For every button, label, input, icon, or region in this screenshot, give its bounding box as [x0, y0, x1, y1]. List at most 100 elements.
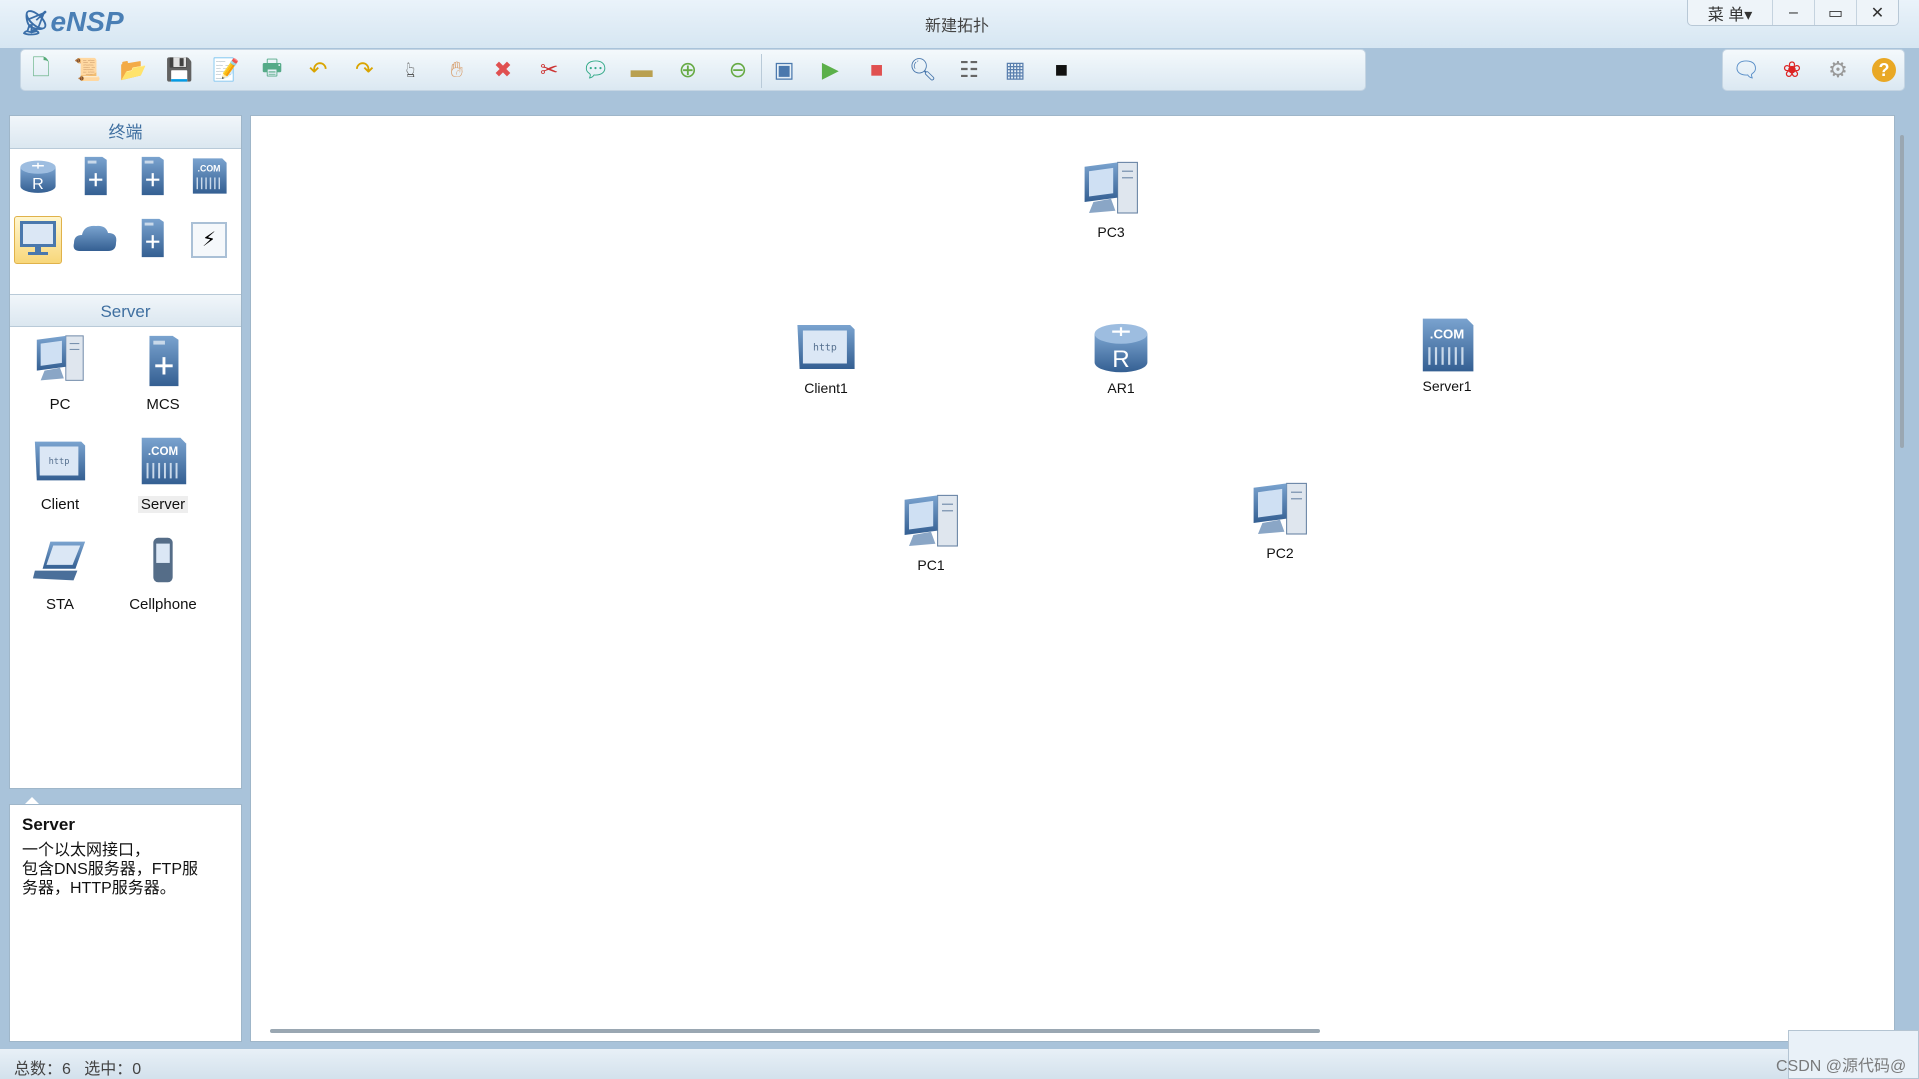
palette-button[interactable]: ▬ — [628, 56, 656, 84]
router-icon — [16, 154, 60, 203]
node-server1[interactable]: Server1 — [1397, 312, 1497, 394]
description-panel: Server 一个以太网接口， 包含DNS服务器，FTP服 务器，HTTP服务器… — [9, 804, 242, 1042]
palette-icon: ▬ — [630, 57, 653, 82]
custom-link-icon: ⚡︎ — [191, 222, 227, 258]
huawei-button[interactable]: ❀ — [1778, 56, 1806, 84]
device-mcs[interactable]: MCS — [118, 328, 208, 413]
laptop-icon — [15, 528, 105, 590]
print-button[interactable]: 🖶 — [258, 55, 286, 84]
grid-button[interactable]: ▦ — [1001, 56, 1029, 84]
text-button[interactable]: 💬︎ — [581, 56, 609, 84]
node-ar1[interactable]: AR1 — [1071, 314, 1171, 396]
total-count: 6 — [62, 1061, 71, 1078]
client-icon — [15, 428, 105, 490]
select-icon: 👆︎ — [405, 57, 416, 82]
maximize-button[interactable]: ▭ — [1814, 0, 1856, 25]
vertical-scrollbar[interactable] — [1900, 135, 1904, 448]
category-other-device[interactable] — [128, 216, 176, 264]
app-logo: 📡︎eNSP — [18, 6, 124, 38]
help-icon: ? — [1872, 58, 1896, 82]
category-router[interactable] — [14, 154, 62, 202]
category-cloud[interactable] — [71, 216, 119, 264]
open-button[interactable]: 📂 — [119, 56, 147, 84]
device-label: Server — [137, 496, 189, 513]
feedback-button[interactable]: 🗨︎ — [1732, 56, 1760, 84]
ensp-logo-icon: 📡︎ — [18, 10, 49, 37]
print-icon: 🖶 — [261, 55, 283, 80]
device-pc[interactable]: PC — [15, 328, 105, 413]
stop-device-icon: ■ — [869, 57, 884, 82]
pc-icon — [881, 491, 981, 557]
topology-canvas[interactable]: PC3 Client1 AR1 Server1 PC1 PC2 — [250, 115, 1895, 1042]
topology-icon: ☷ — [959, 57, 979, 82]
close-button[interactable]: ✕ — [1856, 0, 1898, 25]
node-pc1[interactable]: PC1 — [881, 491, 981, 573]
new-topology-button[interactable]: 🗋 — [27, 55, 55, 84]
select-button[interactable]: 👆︎ — [397, 56, 425, 84]
node-pc2[interactable]: PC2 — [1230, 479, 1330, 561]
node-label: PC2 — [1266, 545, 1294, 561]
cli-button[interactable]: ■ — [1047, 56, 1075, 84]
device-client[interactable]: Client — [15, 428, 105, 513]
node-label: AR1 — [1107, 380, 1135, 396]
delete-link-button[interactable]: ✂ — [535, 56, 563, 84]
description-title: Server — [22, 815, 75, 834]
topology-button[interactable]: ☷ — [955, 56, 983, 84]
router-icon — [1071, 314, 1171, 380]
settings-icon: ⚙ — [1828, 57, 1848, 82]
device-cellphone[interactable]: Cellphone — [118, 528, 208, 613]
horizontal-scrollbar[interactable] — [270, 1029, 1320, 1033]
right-toolbar: 🗨︎ ❀ ⚙? — [1722, 49, 1905, 91]
start-device-button[interactable]: ▶ — [816, 56, 844, 84]
main-toolbar: 🗋 📜 📂 💾 📝 🖶 ↶ ↷ 👆︎ ✋︎ ✖ ✂ 💬︎ ▬ ⊕ ⊖ ▣ ▶ ■ 🔍︎ ☷ ▦ ■ — [20, 49, 1366, 91]
pan-button[interactable]: ✋︎ — [443, 56, 471, 84]
capture-button[interactable]: 🔍︎ — [909, 56, 937, 84]
pan-icon: ✋︎ — [450, 57, 464, 82]
delete-button[interactable]: ✖ — [489, 56, 517, 84]
zoom-in-button[interactable]: ⊕ — [674, 56, 702, 84]
stop-device-button[interactable]: ■ — [863, 56, 891, 84]
menu-button[interactable]: 菜 单▾ — [1688, 0, 1772, 25]
category-custom-link[interactable]: ⚡︎ — [185, 216, 233, 264]
zoom-out-button[interactable]: ⊖ — [724, 56, 752, 84]
device-server[interactable]: Server — [118, 428, 208, 513]
device-label: Client — [40, 496, 80, 513]
minimize-button[interactable]: – — [1772, 0, 1814, 25]
node-client1[interactable]: Client1 — [776, 314, 876, 396]
window-title: 新建拓扑 — [925, 18, 990, 35]
device-sta[interactable]: STA — [15, 528, 105, 613]
delete-icon: ✖ — [493, 57, 513, 82]
help-button[interactable]: ? — [1870, 56, 1898, 84]
huawei-icon: ❀ — [1782, 57, 1802, 82]
cli-icon: ■ — [1054, 57, 1069, 82]
save-as-icon: 📝 — [212, 57, 240, 82]
node-pc3[interactable]: PC3 — [1061, 158, 1161, 240]
device-label: Cellphone — [129, 596, 197, 613]
category-terminal[interactable] — [14, 216, 62, 264]
feedback-icon: 🗨︎ — [1732, 57, 1760, 82]
fit-button[interactable]: ▣ — [770, 56, 798, 84]
delete-link-icon: ✂ — [539, 57, 559, 82]
firewall-icon — [187, 154, 231, 203]
save-as-button[interactable]: 📝 — [212, 56, 240, 84]
description-line: 务器，HTTP服务器。 — [22, 880, 176, 897]
pc-icon — [15, 328, 105, 390]
category-firewall[interactable] — [185, 154, 233, 202]
category-wlan[interactable] — [128, 154, 176, 202]
redo-button[interactable]: ↷ — [350, 56, 378, 84]
node-label: PC1 — [917, 557, 945, 573]
client-icon — [776, 314, 876, 380]
fit-icon: ▣ — [773, 57, 795, 82]
start-device-icon: ▶ — [821, 57, 839, 82]
grid-icon: ▦ — [1004, 57, 1026, 82]
selected-count: 0 — [132, 1061, 142, 1078]
undo-button[interactable]: ↶ — [304, 56, 332, 84]
title-bar: 📡︎eNSP 新建拓扑 菜 单▾ – ▭ ✕ — [0, 0, 1919, 48]
settings-button[interactable]: ⚙ — [1824, 56, 1852, 84]
watermark: CSDN @源代码@ — [1776, 1058, 1907, 1075]
toolbar-separator — [761, 54, 762, 88]
new-example-button[interactable]: 📜 — [73, 56, 101, 84]
zoom-out-icon: ⊖ — [728, 57, 748, 82]
save-button[interactable]: 💾 — [166, 56, 194, 84]
category-switch[interactable] — [71, 154, 119, 202]
